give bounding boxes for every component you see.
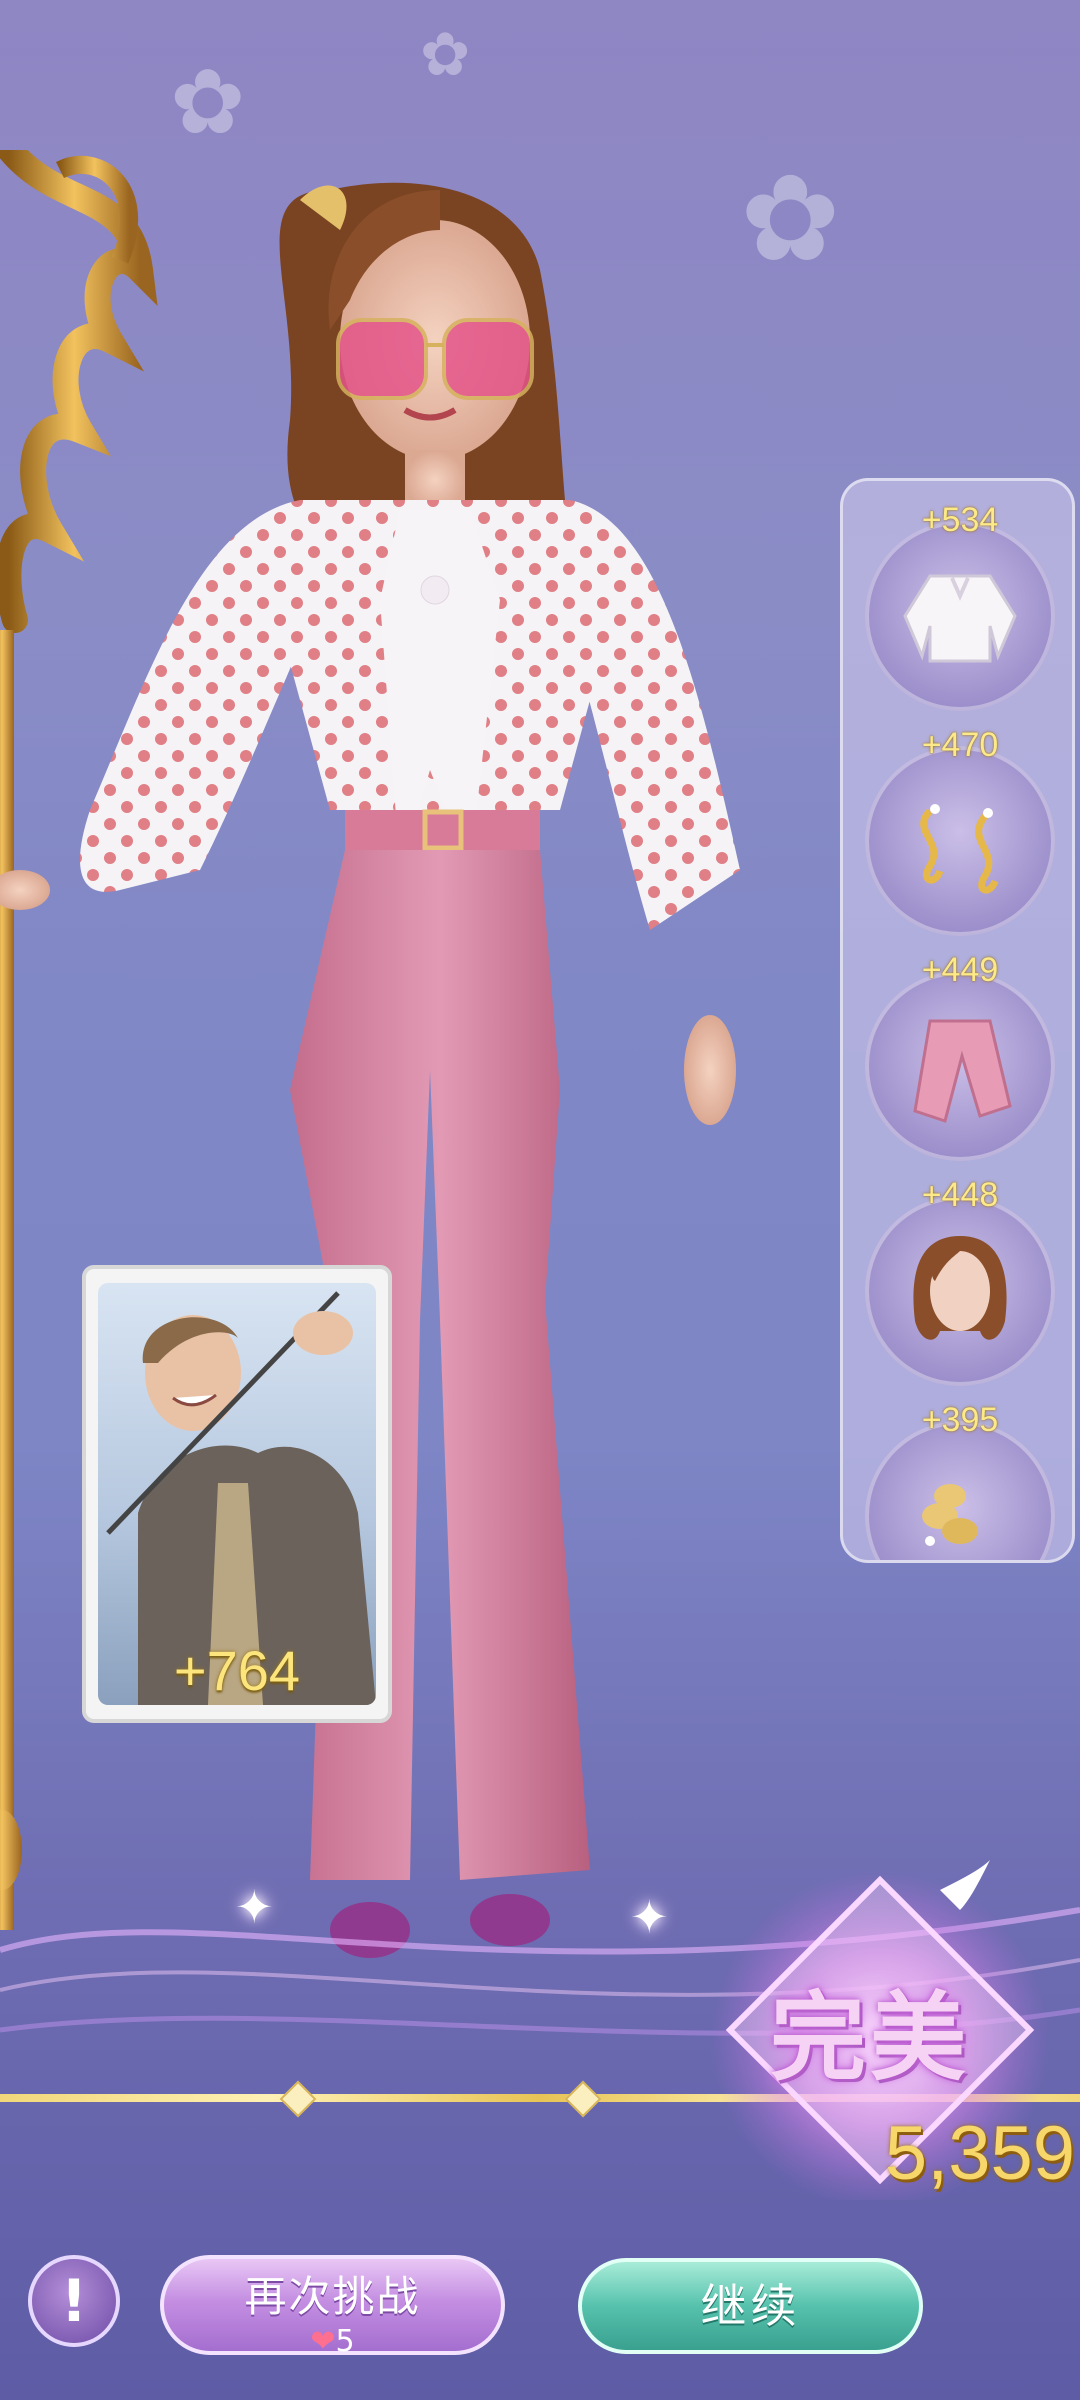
retry-label: 再次挑战 (244, 2272, 421, 2321)
item-points: +534 (921, 501, 999, 539)
blossom-decoration: ✿ (420, 20, 471, 90)
retry-cost-value: 5 (335, 2324, 355, 2359)
continue-label: 继续 (700, 2279, 801, 2333)
partner-portrait: +764 (98, 1283, 376, 1705)
heart-icon: ❤ (310, 2324, 336, 2359)
item-points: +449 (921, 951, 999, 989)
continue-button[interactable]: 继续 (578, 2258, 923, 2354)
retry-button[interactable]: 再次挑战 ❤5 (160, 2255, 505, 2359)
hair-accessory-icon (922, 1484, 978, 1546)
pants-icon (913, 1019, 1012, 1123)
item-score-1[interactable]: +534 (865, 501, 1055, 711)
card-points: +764 (173, 1639, 301, 1702)
earrings-icon (920, 804, 999, 894)
item-points: +395 (921, 1401, 999, 1439)
item-score-2[interactable]: +470 (865, 726, 1055, 936)
total-score: 5,359 (884, 2111, 1075, 2196)
sparkle-decoration: ✦ (630, 1890, 669, 1944)
partner-card[interactable]: +764 (82, 1265, 392, 1723)
item-score-panel: +534 +470 +449 +448 +395 (840, 478, 1075, 1563)
hair-icon (913, 1236, 1007, 1340)
info-button[interactable]: ! (28, 2255, 120, 2347)
item-points: +448 (921, 1176, 999, 1214)
blouse-icon (903, 574, 1017, 663)
blossom-decoration: ✿ (170, 50, 246, 155)
rating-text: 完美 (770, 1981, 970, 2094)
item-score-3[interactable]: +449 (865, 951, 1055, 1161)
item-score-4[interactable]: +448 (865, 1176, 1055, 1386)
retry-cost: ❤5 (310, 2324, 354, 2359)
sparkle-decoration: ✦ (235, 1880, 274, 1934)
item-score-5[interactable]: +395 (865, 1401, 1055, 1560)
item-points: +470 (921, 726, 999, 764)
character-model (0, 182, 740, 1958)
